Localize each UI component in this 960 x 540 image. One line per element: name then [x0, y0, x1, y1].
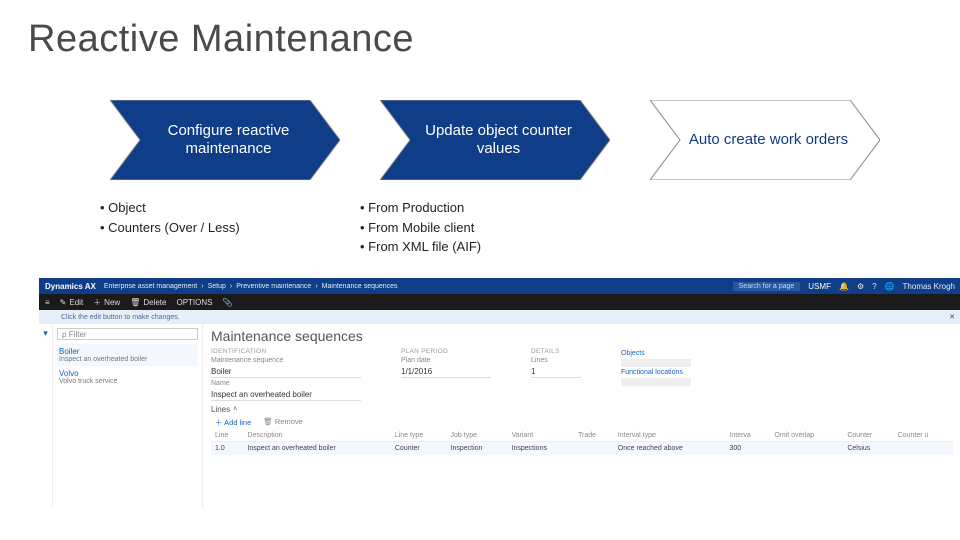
bullet-item: Counters (Over / Less): [100, 218, 330, 238]
chevron-label: Update object counter values: [415, 100, 582, 180]
lines-section-header[interactable]: Lines ˄: [211, 405, 953, 414]
col-header[interactable]: Counter u: [894, 430, 953, 442]
bell-icon[interactable]: 🔔: [839, 282, 849, 291]
chevron-update: Update object counter values: [380, 100, 610, 180]
table-row[interactable]: 1.0 Inspect an overheated boiler Counter…: [211, 442, 953, 456]
breadcrumb-item[interactable]: Preventive maintenance: [236, 283, 311, 290]
action-toolbar: ≡ ✎Edit ＋New 🗑Delete OPTIONS 📎: [39, 294, 960, 310]
app-brand: Dynamics AX: [45, 282, 96, 291]
bullets-col-1: Object Counters (Over / Less): [100, 198, 330, 257]
app-title-bar: Dynamics AX Enterprise asset management›…: [39, 278, 960, 294]
objects-link[interactable]: Objects: [621, 350, 691, 357]
chevron-up-icon: ˄: [233, 406, 237, 413]
user-name[interactable]: Thomas Krogh: [903, 282, 955, 291]
cell[interactable]: Inspection: [447, 442, 508, 456]
locations-link[interactable]: Functional locations: [621, 369, 691, 376]
field-value: 1: [531, 366, 581, 378]
cell[interactable]: Counter: [391, 442, 447, 456]
cell[interactable]: Once reached above: [614, 442, 726, 456]
attach-icon[interactable]: 📎: [222, 298, 232, 307]
help-icon[interactable]: ?: [872, 282, 876, 291]
nav-rail: ▾: [39, 324, 53, 508]
bullet-columns: Object Counters (Over / Less) From Produ…: [100, 198, 590, 257]
field-label: Lines: [531, 357, 581, 364]
info-bar: Click the edit button to make changes. ✕: [39, 310, 960, 324]
filter-input[interactable]: ρ Filter: [57, 328, 198, 340]
col-header[interactable]: Variant: [508, 430, 574, 442]
table-header-row: Line Description Line type Job type Vari…: [211, 430, 953, 442]
cell[interactable]: 300: [725, 442, 770, 456]
lines-grid: Line Description Line type Job type Vari…: [211, 430, 953, 455]
col-header[interactable]: Interva: [725, 430, 770, 442]
filter-icon[interactable]: ▾: [43, 328, 48, 339]
slide-title: Reactive Maintenance: [28, 18, 414, 61]
chevron-label: Configure reactive maintenance: [145, 100, 312, 180]
col-header[interactable]: Job type: [447, 430, 508, 442]
new-button[interactable]: ＋New: [93, 297, 120, 308]
bullet-item: From XML file (AIF): [360, 237, 590, 257]
field-value[interactable]: 1/1/2016: [401, 366, 491, 378]
section-label: DETAILS: [531, 348, 581, 355]
chevron-configure: Configure reactive maintenance: [110, 100, 340, 180]
edit-button[interactable]: ✎Edit: [60, 298, 84, 307]
main-panel: Maintenance sequences IDENTIFICATION Mai…: [203, 324, 960, 508]
col-header[interactable]: Omit overlap: [770, 430, 843, 442]
col-header[interactable]: Line: [211, 430, 243, 442]
chevron-label: Auto create work orders: [685, 100, 852, 180]
cell[interactable]: Inspect an overheated boiler: [243, 442, 390, 456]
cell[interactable]: [894, 442, 953, 456]
section-label: IDENTIFICATION: [211, 348, 361, 355]
bullets-col-2: From Production From Mobile client From …: [360, 198, 590, 257]
search-input[interactable]: Search for a page: [733, 282, 801, 291]
close-icon[interactable]: ✕: [949, 313, 955, 321]
cell[interactable]: Celsius: [843, 442, 893, 456]
col-header[interactable]: Line type: [391, 430, 447, 442]
page-title: Maintenance sequences: [211, 328, 953, 344]
remove-line-button[interactable]: 🗑 Remove: [263, 417, 303, 428]
breadcrumb-item[interactable]: Enterprise asset management: [104, 283, 197, 290]
process-chevrons: Configure reactive maintenance Update ob…: [110, 100, 880, 180]
list-item[interactable]: Volvo Volvo truck service: [57, 366, 198, 388]
menu-button[interactable]: ≡: [45, 298, 50, 307]
record-list: ρ Filter Boiler Inspect an overheated bo…: [53, 324, 203, 508]
field-value[interactable]: Boiler: [211, 366, 361, 378]
breadcrumb-item[interactable]: Setup: [208, 283, 226, 290]
cell[interactable]: 1.0: [211, 442, 243, 456]
col-header[interactable]: Trade: [574, 430, 614, 442]
cell[interactable]: Inspections: [508, 442, 574, 456]
col-header[interactable]: Counter: [843, 430, 893, 442]
field-label: Maintenance sequence: [211, 357, 361, 364]
list-item[interactable]: Boiler Inspect an overheated boiler: [57, 344, 198, 366]
cell[interactable]: [574, 442, 614, 456]
add-line-button[interactable]: ＋ Add line: [215, 417, 251, 428]
bullet-item: From Production: [360, 198, 590, 218]
field-label: Name: [211, 380, 361, 387]
cell[interactable]: [770, 442, 843, 456]
field-label: Plan date: [401, 357, 491, 364]
company-label[interactable]: USMF: [808, 282, 831, 291]
info-text: Click the edit button to make changes.: [61, 314, 180, 321]
gear-icon[interactable]: ⚙: [857, 282, 864, 291]
field-value[interactable]: Inspect an overheated boiler: [211, 389, 361, 401]
breadcrumb[interactable]: Enterprise asset management› Setup› Prev…: [104, 283, 398, 290]
col-header[interactable]: Interval type: [614, 430, 726, 442]
bullet-item: From Mobile client: [360, 218, 590, 238]
breadcrumb-item[interactable]: Maintenance sequences: [322, 283, 398, 290]
bullet-item: Object: [100, 198, 330, 218]
globe-icon[interactable]: 🌐: [885, 282, 895, 291]
col-header[interactable]: Description: [243, 430, 390, 442]
section-label: PLAN PERIOD: [401, 348, 491, 355]
delete-button[interactable]: 🗑Delete: [130, 298, 166, 307]
dynamics-ax-window: Dynamics AX Enterprise asset management›…: [39, 278, 960, 508]
chevron-auto-create: Auto create work orders: [650, 100, 880, 180]
options-button[interactable]: OPTIONS: [176, 298, 212, 307]
